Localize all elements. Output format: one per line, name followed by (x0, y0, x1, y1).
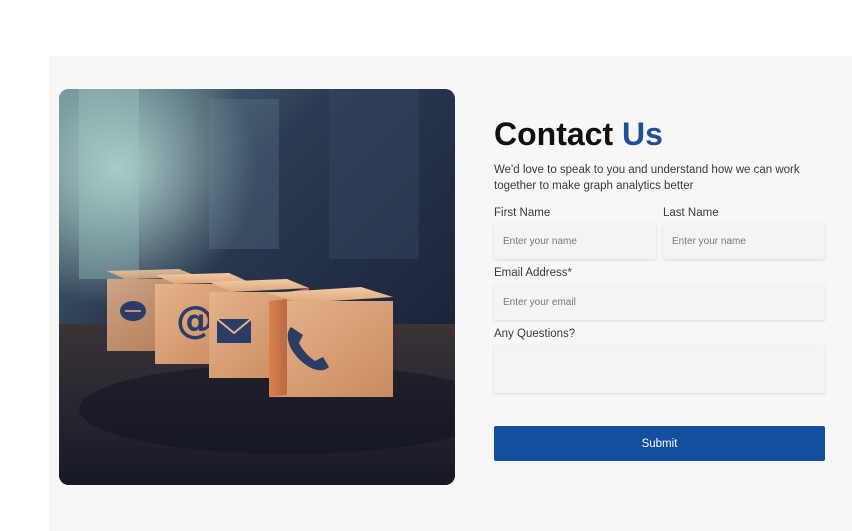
last-name-input[interactable] (663, 224, 825, 259)
questions-label: Any Questions? (494, 328, 576, 340)
subtitle: We'd love to speak to you and understand… (494, 164, 800, 192)
questions-textarea[interactable] (494, 345, 825, 393)
submit-button[interactable]: Submit (494, 426, 825, 461)
email-label: Email Address* (494, 267, 572, 279)
wooden-blocks-image: @ (59, 89, 455, 485)
last-name-label: Last Name (663, 207, 719, 219)
title-accent: Us (622, 116, 663, 152)
first-name-input[interactable] (494, 224, 656, 259)
email-input[interactable] (494, 285, 825, 320)
contact-photo: @ (59, 89, 455, 485)
envelope-icon (216, 318, 252, 343)
first-name-label: First Name (494, 207, 551, 219)
contact-section: @ Contact Us We'd love to speak to you a… (49, 56, 852, 531)
block-phone (267, 287, 393, 397)
title-main: Contact (494, 116, 622, 152)
at-sign-icon: @ (176, 298, 214, 342)
page-title: Contact Us (494, 114, 663, 154)
